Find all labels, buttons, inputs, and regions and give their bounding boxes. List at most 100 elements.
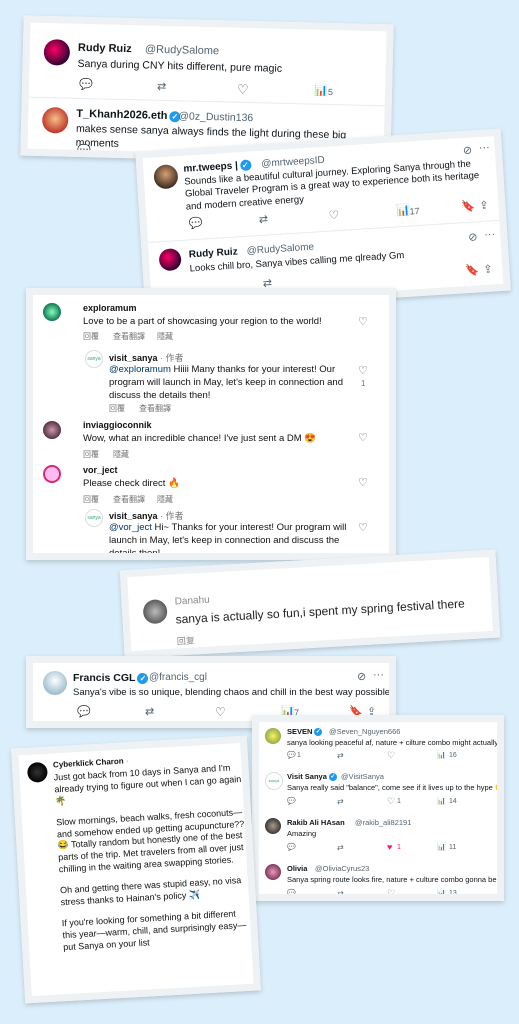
mention-link[interactable]: @exploramum [109,364,171,375]
author-name[interactable]: T_Khanh2026.eth ✓ [76,108,181,123]
like-count: 1 [397,844,401,851]
like-icon[interactable]: ♡ [215,706,226,718]
comment-username[interactable]: visit_sanya · 作者 [109,509,184,522]
tweet-text: Sanya really said "balance", come see if… [287,783,504,792]
reply-link[interactable]: 回覆 [83,331,99,342]
more-icon[interactable]: ··· [484,228,496,241]
like-icon[interactable]: ♡ [328,208,340,223]
avatar[interactable] [43,421,61,439]
author-handle[interactable]: @RudySalome [145,43,219,57]
hide-link[interactable]: 隱藏 [157,494,173,505]
avatar[interactable] [43,465,61,483]
like-icon-active[interactable]: ♥ [387,843,392,852]
comment-username[interactable]: exploramum [83,303,137,313]
share-icon[interactable]: ⇪ [479,200,489,213]
retweet-icon[interactable]: ⇄ [258,213,268,226]
bookmark-icon[interactable]: 🔖 [461,200,475,213]
grok-icon[interactable]: ⊘ [357,672,366,683]
author-handle[interactable]: @RudySalome [246,242,314,257]
avatar[interactable] [26,761,48,783]
author-name[interactable]: SEVEN ✓ [287,727,323,737]
reply-icon[interactable]: 💬 [189,218,203,231]
avatar[interactable]: sanya [85,350,103,368]
reply-icon[interactable]: 💬 [287,890,296,894]
author-handle[interactable]: @VisitSanya [341,772,384,781]
reply-icon[interactable]: 💬 [77,707,91,718]
like-icon[interactable]: ♡ [358,315,368,328]
avatar[interactable] [158,248,182,272]
hide-link[interactable]: 隱藏 [157,331,173,342]
reply-icon[interactable]: 💬 [79,79,93,91]
verified-icon: ✓ [314,728,323,737]
see-translation-link[interactable]: 查看翻譯 [113,494,145,505]
reply-icon[interactable]: 💬 [287,798,296,805]
grok-icon[interactable]: ⊘ [463,145,473,158]
comment-text: @exploramum Hiiii Many thanks for your i… [109,364,349,402]
author-name[interactable]: Olivia [287,864,307,873]
author-handle[interactable]: @OliviaCyrus23 [315,864,369,873]
like-icon[interactable]: ♡ [358,476,368,489]
views-icon[interactable]: 📊 [437,752,446,759]
reply-icon[interactable]: 💬 [287,752,296,759]
like-icon[interactable]: ♡ [387,797,395,806]
avatar[interactable] [153,164,179,190]
retweet-icon[interactable]: ⇄ [157,81,167,93]
views-icon[interactable]: 📊 [437,890,446,894]
author-name[interactable]: Rudy Ruiz [189,246,238,260]
author-name[interactable]: Visit Sanya ✓ [287,772,337,782]
avatar[interactable] [43,671,67,695]
avatar[interactable] [43,303,61,321]
like-icon[interactable]: ♡ [358,364,368,377]
reply-icon[interactable]: 💬 [287,844,296,851]
avatar[interactable]: sanya [85,509,103,527]
like-icon[interactable]: ♡ [387,751,395,760]
retweet-icon[interactable]: ⇄ [337,798,344,806]
username-text: visit_sanya [109,511,158,521]
share-icon[interactable]: ⇪ [483,263,493,276]
like-icon[interactable]: ♡ [387,889,395,895]
author-name[interactable]: Rakib Ali HAsan [287,818,345,827]
reply-link[interactable]: 回覆 [83,494,99,505]
comment-username[interactable]: inviaggioconnik [83,420,152,430]
views-icon[interactable]: 📊 [437,798,446,805]
author-handle[interactable]: @rakib_ali82191 [355,818,411,827]
comment-username[interactable]: vor_ject [83,465,118,475]
more-icon[interactable]: ··· [373,670,384,681]
avatar[interactable] [265,818,281,834]
author-name[interactable]: Rudy Ruiz [78,42,132,55]
views-icon[interactable]: 📊 [314,85,328,97]
bookmark-icon[interactable]: 🔖 [465,264,479,277]
hide-link[interactable]: 隱藏 [113,449,129,460]
grok-icon[interactable]: ⊘ [468,231,478,244]
author-handle[interactable]: @francis_cgl [149,672,207,683]
avatar[interactable] [265,864,281,880]
comment-username[interactable]: Danahu [174,595,210,608]
comment-username[interactable]: visit_sanya · 作者 [109,351,184,364]
views-icon[interactable]: 📊 [437,844,446,851]
retweet-icon[interactable]: ⇄ [337,752,344,760]
retweet-icon[interactable]: ⇄ [337,844,344,852]
reply-link[interactable]: 回覆 [109,403,125,414]
avatar[interactable] [41,106,69,134]
avatar[interactable] [43,39,71,66]
see-translation-link[interactable]: 查看翻譯 [139,403,171,414]
see-translation-link[interactable]: 查看翻譯 [113,331,145,342]
reply-icon[interactable]: 💬 [77,145,91,157]
like-icon[interactable]: ♡ [358,521,368,534]
tweet-text: Sanya's vibe is so unique, blending chao… [73,687,393,698]
avatar[interactable]: sanya [265,772,283,790]
like-icon[interactable]: ♡ [358,431,368,444]
author-handle[interactable]: @Seven_Nguyen666 [329,727,400,736]
like-icon[interactable]: ♡ [237,82,249,97]
mention-link[interactable]: @vor_ject [109,522,152,533]
more-icon[interactable]: ··· [478,141,490,154]
author-handle[interactable]: @0z_Dustin136 [178,110,253,124]
retweet-icon[interactable]: ⇄ [145,707,154,718]
author-name[interactable]: Cyberklick Charon · [53,756,129,769]
reply-link[interactable]: 回复 [176,633,196,647]
avatar[interactable] [265,728,281,744]
retweet-icon[interactable]: ⇄ [337,890,344,895]
avatar[interactable] [142,599,168,625]
author-name[interactable]: Francis CGL ✓ [73,672,149,684]
reply-link[interactable]: 回覆 [83,449,99,460]
